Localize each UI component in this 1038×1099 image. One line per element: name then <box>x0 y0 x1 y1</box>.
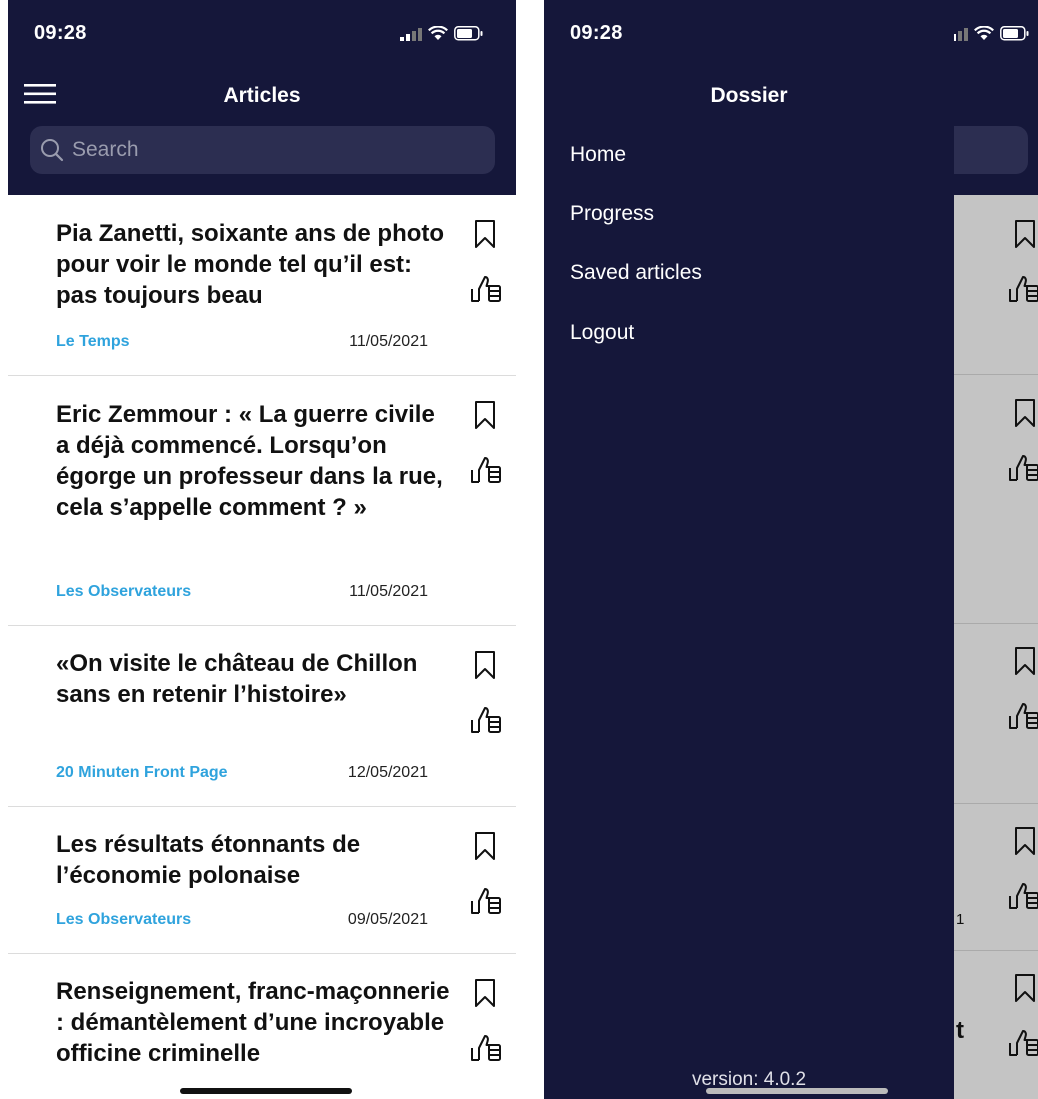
article-title[interactable]: Eric Zemmour : « La guerre civile a déjà… <box>56 399 451 523</box>
search-input[interactable]: Search <box>30 126 495 174</box>
article-meta: Le Temps 11/05/2021 <box>56 333 428 351</box>
thumbs-up-icon[interactable] <box>470 885 502 917</box>
drawer-screen: 1 t 09:28 Dossier Home Progress Saved ar… <box>544 0 1038 1099</box>
article-date: 11/05/2021 <box>349 333 428 350</box>
article-source[interactable]: Le Temps <box>56 333 130 350</box>
menu-item-logout[interactable]: Logout <box>570 321 634 345</box>
bookmark-icon <box>1015 647 1035 675</box>
article-date: 12/05/2021 <box>347 764 428 781</box>
bookmark-icon <box>1015 974 1035 1002</box>
thumbs-up-icon[interactable] <box>470 704 502 736</box>
bookmark-icon <box>1015 220 1035 248</box>
article-title[interactable]: «On visite le château de Chillon sans en… <box>56 648 451 710</box>
thumbs-up-icon <box>1009 1030 1038 1056</box>
navigation-bar: 09:28 Articles Search <box>8 0 516 195</box>
search-icon <box>41 139 64 162</box>
status-icons <box>400 26 484 41</box>
bookmark-icon <box>1015 827 1035 855</box>
search-placeholder: Search <box>72 138 139 161</box>
partial-title-fragment: t <box>956 1017 964 1044</box>
article-title[interactable]: Renseignement, franc-maçonnerie : démant… <box>56 976 451 1069</box>
article-meta: Les Observateurs 09/05/2021 <box>56 911 428 929</box>
divider <box>954 623 1038 624</box>
list-item[interactable]: Eric Zemmour : « La guerre civile a déjà… <box>8 376 516 626</box>
articles-screen: 09:28 Articles Search Pia Zanetti, soixa… <box>8 0 516 1099</box>
status-time: 09:28 <box>570 22 623 44</box>
list-item[interactable]: Pia Zanetti, soixante ans de photo pour … <box>8 195 516 376</box>
drawer-title: Dossier <box>710 84 788 107</box>
battery-icon <box>454 26 483 41</box>
article-source[interactable]: Les Observateurs <box>56 583 191 600</box>
status-icons <box>946 26 1030 41</box>
bookmark-icon[interactable] <box>474 831 496 861</box>
bookmark-icon[interactable] <box>474 400 496 430</box>
thumbs-up-icon <box>1009 276 1038 302</box>
bookmark-icon[interactable] <box>474 219 496 249</box>
thumbs-up-icon <box>1009 883 1038 909</box>
divider <box>954 374 1038 375</box>
article-source[interactable]: 20 Minuten Front Page <box>56 764 228 781</box>
list-item[interactable]: Les résultats étonnants de l’économie po… <box>8 807 516 954</box>
signal-icon <box>400 27 422 41</box>
menu-item-saved-articles[interactable]: Saved articles <box>570 261 702 285</box>
article-meta: 20 Minuten Front Page 12/05/2021 <box>56 764 428 782</box>
divider <box>954 803 1038 804</box>
bookmark-icon[interactable] <box>474 978 496 1008</box>
thumbs-up-icon[interactable] <box>470 1032 502 1064</box>
page-title: Articles <box>223 84 301 107</box>
wifi-icon <box>974 26 994 40</box>
article-date: 11/05/2021 <box>349 583 428 600</box>
article-title[interactable]: Les résultats étonnants de l’économie po… <box>56 829 451 891</box>
divider <box>954 950 1038 951</box>
status-time: 09:28 <box>34 22 87 44</box>
article-date: 09/05/2021 <box>347 911 428 928</box>
wifi-icon <box>428 26 448 40</box>
menu-item-progress[interactable]: Progress <box>570 202 654 226</box>
bookmark-icon <box>1015 399 1035 427</box>
article-source[interactable]: Les Observateurs <box>56 911 191 928</box>
thumbs-up-icon[interactable] <box>470 273 502 305</box>
home-indicator <box>180 1088 352 1094</box>
thumbs-up-icon <box>1009 455 1038 481</box>
article-meta: Les Observateurs 11/05/2021 <box>56 583 428 601</box>
thumbs-up-icon <box>1009 703 1038 729</box>
bookmark-icon[interactable] <box>474 650 496 680</box>
thumbs-up-icon[interactable] <box>470 454 502 486</box>
battery-icon <box>1000 26 1029 41</box>
list-item[interactable]: Renseignement, franc-maçonnerie : démant… <box>8 954 516 1099</box>
article-list: Pia Zanetti, soixante ans de photo pour … <box>8 195 516 1099</box>
list-item[interactable]: «On visite le château de Chillon sans en… <box>8 626 516 807</box>
home-indicator <box>706 1088 888 1094</box>
menu-item-home[interactable]: Home <box>570 143 626 167</box>
side-drawer: 09:28 Dossier Home Progress Saved articl… <box>544 0 954 1099</box>
partial-date-fragment: 1 <box>956 911 965 928</box>
article-title[interactable]: Pia Zanetti, soixante ans de photo pour … <box>56 218 451 311</box>
